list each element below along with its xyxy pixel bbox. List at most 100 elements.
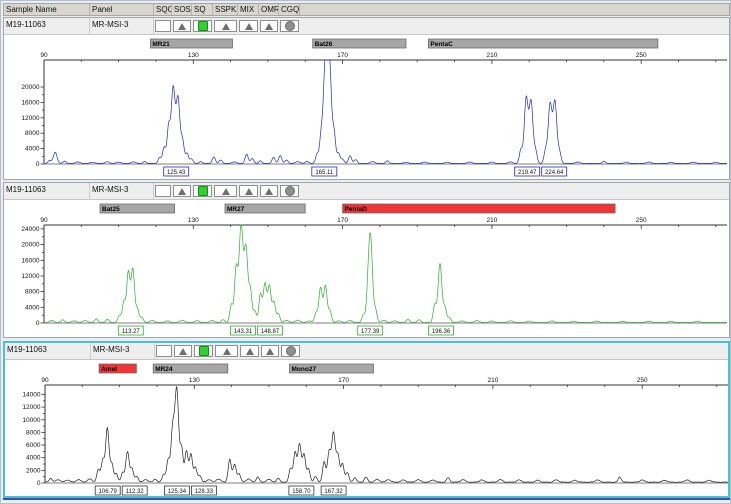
x-tick-label: 170 (337, 217, 348, 224)
y-tick-label: 16000 (21, 257, 39, 264)
electropherogram-panel-3[interactable]: AmelMR24Mono2790130170210250020004000600… (5, 360, 730, 498)
flag-cell-sspk[interactable] (213, 18, 238, 34)
sample-name-cell[interactable]: M19-11063 (4, 183, 90, 199)
flag-cell-sq[interactable] (192, 18, 213, 34)
marker-bar-PentaC[interactable] (428, 39, 658, 48)
flag-cell-sqo[interactable] (155, 343, 173, 359)
panel-cell[interactable]: MR-MSI-3 (90, 183, 154, 199)
header-col-omr[interactable]: OMR (259, 4, 279, 15)
flag-box (173, 20, 191, 32)
sample-name-cell[interactable]: M19-11063 (4, 18, 90, 34)
marker-label: MR24 (155, 366, 173, 373)
flag-box (155, 20, 171, 32)
x-tick-label: 210 (486, 52, 497, 59)
flag-box (260, 20, 278, 32)
table-header: Sample NamePanelSQOSOSSQSSPKMIXOMRCGQ (3, 3, 730, 16)
y-tick-label: 14000 (22, 392, 40, 399)
flag-cell-omr[interactable] (259, 183, 279, 199)
flag-box (156, 345, 172, 357)
flag-triangle-icon (179, 348, 187, 355)
marker-label: MR21 (152, 41, 170, 48)
flag-cell-sspk[interactable] (214, 343, 239, 359)
flag-box (194, 345, 213, 357)
flag-triangle-icon (265, 23, 273, 30)
flag-cell-mix[interactable] (238, 18, 259, 34)
electropherogram-panel-2[interactable]: Bat25MR27PentaD9013017021025004000800012… (4, 200, 729, 338)
flag-box (281, 345, 300, 357)
marker-label: PentaD (345, 206, 368, 213)
y-tick-label: 0 (37, 480, 41, 487)
peak-size-label: 177.39 (361, 329, 380, 335)
peak-size-label: 125.43 (167, 170, 186, 176)
sample-info-row[interactable]: M19-11063MR-MSI-3 (5, 343, 728, 360)
flag-box (240, 345, 259, 357)
x-tick-label: 90 (40, 217, 48, 224)
x-tick-label: 90 (41, 377, 49, 384)
flag-cell-cgq[interactable] (279, 18, 300, 34)
panel-cell[interactable]: MR-MSI-3 (90, 18, 154, 34)
flag-cell-sos[interactable] (172, 183, 192, 199)
flag-box (155, 185, 171, 197)
sample-info-row[interactable]: M19-11063MR-MSI-3 (4, 18, 729, 35)
header-col-mix[interactable]: MIX (238, 4, 259, 15)
flag-cell-sos[interactable] (173, 343, 193, 359)
marker-label: Amel (101, 366, 117, 373)
y-tick-label: 24000 (21, 226, 39, 233)
flag-cell-sqo[interactable] (154, 183, 172, 199)
electropherogram-panel-1[interactable]: MR21Bat26PentaC9013017021025004000800012… (4, 35, 729, 180)
header-col-sspk[interactable]: SSPK (213, 4, 238, 15)
flag-box (214, 185, 237, 197)
sample-block-1[interactable]: M19-11063MR-MSI-3 MR21Bat26PentaC9013017… (3, 17, 730, 180)
y-tick-label: 6000 (26, 442, 41, 449)
y-tick-label: 12000 (22, 404, 40, 411)
flag-cell-sos[interactable] (172, 18, 192, 34)
peak-size-label: 148.87 (261, 329, 280, 335)
sample-block-2[interactable]: M19-11063MR-MSI-3 Bat25MR27PentaD9013017… (3, 182, 730, 338)
sample-name-cell[interactable]: M19-11063 (5, 343, 91, 359)
flag-triangle-icon (245, 23, 253, 30)
header-col-sqo[interactable]: SQO (154, 4, 172, 15)
flag-triangle-icon (265, 188, 273, 195)
marker-label: Bat25 (102, 206, 120, 213)
flag-triangle-icon (178, 23, 186, 30)
flag-cell-sqo[interactable] (154, 18, 172, 34)
sample-block-3[interactable]: M19-11063MR-MSI-3 AmelMR24Mono2790130170… (3, 341, 730, 498)
flag-cell-sspk[interactable] (213, 183, 238, 199)
dye-trace (46, 387, 728, 483)
marker-label: Bat26 (315, 41, 333, 48)
header-col-panel[interactable]: Panel (90, 4, 154, 15)
y-tick-label: 8000 (26, 429, 41, 436)
flag-box (193, 185, 212, 197)
header-col-sq[interactable]: SQ (192, 4, 213, 15)
flag-box (239, 20, 258, 32)
flag-box (174, 345, 192, 357)
peak-size-label: 219.47 (518, 170, 537, 176)
x-tick-label: 130 (189, 377, 200, 384)
marker-label: Mono27 (292, 366, 317, 373)
y-tick-label: 8000 (25, 289, 40, 296)
flag-cell-mix[interactable] (238, 183, 259, 199)
flag-cell-cgq[interactable] (279, 183, 300, 199)
x-tick-label: 130 (188, 52, 199, 59)
flag-circle-icon (285, 186, 295, 196)
dye-trace (45, 60, 727, 164)
header-col-sos[interactable]: SOS (172, 4, 192, 15)
panel-cell[interactable]: MR-MSI-3 (91, 343, 155, 359)
x-tick-label: 250 (636, 52, 647, 59)
flag-triangle-icon (245, 188, 253, 195)
flag-cell-omr[interactable] (259, 18, 279, 34)
flag-box (215, 345, 238, 357)
header-col-cgq[interactable]: CGQ (279, 4, 300, 15)
peak-size-label: 106.79 (99, 489, 118, 495)
flag-cell-cgq[interactable] (280, 343, 301, 359)
x-tick-label: 210 (486, 217, 497, 224)
selection-underline (3, 498, 730, 500)
flag-cell-omr[interactable] (260, 343, 280, 359)
header-col-sample-name[interactable]: Sample Name (4, 4, 90, 15)
flag-cell-mix[interactable] (239, 343, 260, 359)
sample-info-row[interactable]: M19-11063MR-MSI-3 (4, 183, 729, 200)
flag-cell-sq[interactable] (193, 343, 214, 359)
flag-triangle-icon (178, 188, 186, 195)
marker-bar-PentaD[interactable] (343, 204, 615, 213)
flag-cell-sq[interactable] (192, 183, 213, 199)
